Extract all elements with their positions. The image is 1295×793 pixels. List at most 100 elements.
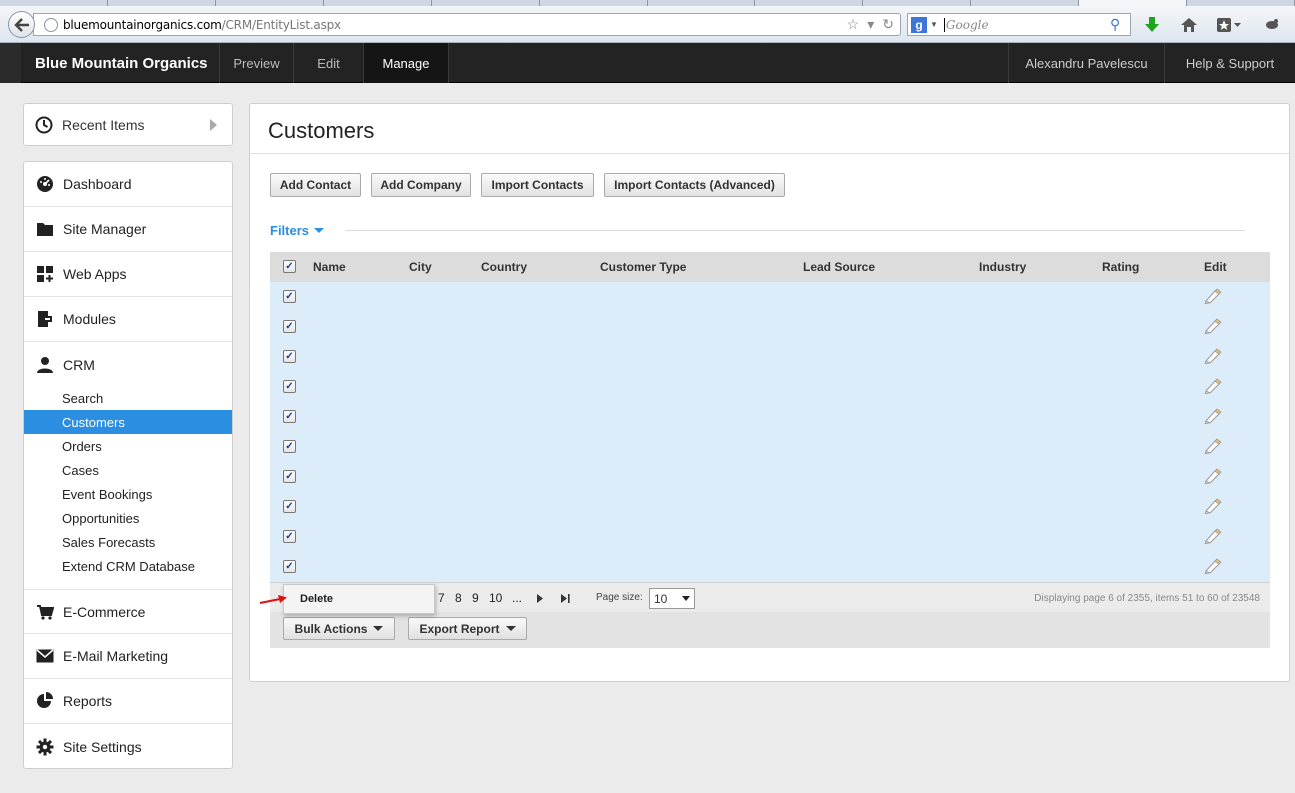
crm-sub-orders[interactable]: Orders	[24, 434, 232, 458]
paging-info: Displaying page 6 of 2355, items 51 to 6…	[1034, 593, 1260, 604]
caret-down-icon	[373, 626, 384, 631]
row-checkbox[interactable]: ✓	[283, 560, 296, 573]
sidebar-item-dashboard[interactable]: Dashboard	[24, 162, 232, 207]
crm-sub-customers[interactable]: Customers	[24, 410, 232, 434]
col-header-country[interactable]: Country	[481, 260, 527, 274]
clock-icon	[35, 116, 53, 134]
col-header-lead-source[interactable]: Lead Source	[803, 260, 875, 274]
row-checkbox[interactable]: ✓	[283, 530, 296, 543]
extension-icon[interactable]	[1264, 17, 1280, 31]
table-row[interactable]: ✓	[270, 522, 1270, 552]
edit-icon[interactable]	[1204, 318, 1222, 334]
sidebar-item-site-settings[interactable]: Site Settings	[24, 724, 232, 769]
nav-preview[interactable]: Preview	[220, 43, 294, 83]
edit-icon[interactable]	[1204, 528, 1222, 544]
add-contact-button[interactable]: Add Contact	[270, 173, 361, 197]
sidebar-item-e-mail-marketing[interactable]: E-Mail Marketing	[24, 634, 232, 679]
page-link[interactable]: 7	[438, 591, 445, 605]
bulk-actions-button[interactable]: Bulk Actions	[283, 617, 395, 640]
col-header-city[interactable]: City	[409, 260, 432, 274]
crm-sub-event-bookings[interactable]: Event Bookings	[24, 482, 232, 506]
col-header-customer-type[interactable]: Customer Type	[600, 260, 686, 274]
pie-chart-icon	[36, 692, 54, 710]
crm-sub-cases[interactable]: Cases	[24, 458, 232, 482]
globe-icon	[44, 17, 58, 32]
page-link[interactable]: 10	[489, 591, 502, 605]
sidebar-item-reports[interactable]: Reports	[24, 679, 232, 724]
edit-icon[interactable]	[1204, 438, 1222, 454]
col-header-name[interactable]: Name	[313, 260, 346, 274]
edit-icon[interactable]	[1204, 348, 1222, 364]
address-bar[interactable]: bluemountainorganics.com/CRM/EntityList.…	[33, 13, 901, 36]
sidebar-item-e-commerce[interactable]: E-Commerce	[24, 589, 232, 634]
crm-sub-sales-forecasts[interactable]: Sales Forecasts	[24, 530, 232, 554]
caret-down-icon	[314, 228, 325, 233]
edit-icon[interactable]	[1204, 468, 1222, 484]
edit-icon[interactable]	[1204, 378, 1222, 394]
page-size-select[interactable]: 10	[649, 588, 695, 609]
brand-name[interactable]: Blue Mountain Organics	[21, 43, 220, 83]
reload-icon[interactable]: ↻	[882, 16, 894, 33]
row-checkbox[interactable]: ✓	[283, 380, 296, 393]
import-contacts-button[interactable]: Import Contacts	[481, 173, 594, 197]
back-button[interactable]	[8, 11, 35, 38]
edit-icon[interactable]	[1204, 288, 1222, 304]
last-page-icon[interactable]	[561, 594, 570, 603]
delete-menu-item[interactable]: Delete	[300, 593, 333, 605]
row-checkbox[interactable]: ✓	[283, 440, 296, 453]
nav-manage[interactable]: Manage	[364, 43, 449, 83]
sidebar-item-web-apps[interactable]: Web Apps	[24, 252, 232, 297]
filters-toggle[interactable]: Filters	[270, 223, 325, 238]
actions-bar: Bulk Actions Export Report	[270, 612, 1270, 648]
divider	[250, 153, 1289, 154]
chevron-down-icon[interactable]: ▼	[930, 20, 938, 29]
crm-sub-opportunities[interactable]: Opportunities	[24, 506, 232, 530]
dropdown-icon[interactable]: ▾	[867, 16, 874, 33]
table-row[interactable]: ✓	[270, 462, 1270, 492]
crm-sub-search[interactable]: Search	[24, 386, 232, 410]
table-row[interactable]: ✓	[270, 342, 1270, 372]
sidebar-item-crm[interactable]: CRM	[24, 342, 232, 387]
bookmark-star-icon[interactable]: ☆	[847, 16, 860, 33]
row-checkbox[interactable]: ✓	[283, 500, 296, 513]
edit-icon[interactable]	[1204, 498, 1222, 514]
sidebar-item-site-manager[interactable]: Site Manager	[24, 207, 232, 252]
nav-edit[interactable]: Edit	[294, 43, 364, 83]
export-report-button[interactable]: Export Report	[408, 617, 527, 640]
table-row[interactable]: ✓	[270, 492, 1270, 522]
help-support-link[interactable]: Help & Support	[1164, 43, 1295, 83]
edit-icon[interactable]	[1204, 408, 1222, 424]
table-row[interactable]: ✓	[270, 282, 1270, 312]
bookmarks-menu-icon[interactable]	[1216, 17, 1242, 33]
add-company-button[interactable]: Add Company	[371, 173, 471, 197]
sidebar-item-modules[interactable]: Modules	[24, 297, 232, 342]
table-row[interactable]: ✓	[270, 402, 1270, 432]
google-icon[interactable]: g	[911, 16, 927, 33]
page-ellipsis[interactable]: ...	[512, 591, 522, 605]
search-bar[interactable]: g ▼ Google ⚲	[907, 13, 1131, 36]
page-link[interactable]: 9	[472, 591, 479, 605]
row-checkbox[interactable]: ✓	[283, 320, 296, 333]
crm-sub-extend-crm-database[interactable]: Extend CRM Database	[24, 554, 232, 578]
page-link[interactable]: 8	[455, 591, 462, 605]
search-icon[interactable]: ⚲	[1110, 16, 1130, 33]
download-icon[interactable]	[1145, 17, 1159, 33]
row-checkbox[interactable]: ✓	[283, 350, 296, 363]
col-header-industry[interactable]: Industry	[979, 260, 1026, 274]
import-contacts-advanced-button[interactable]: Import Contacts (Advanced)	[604, 173, 785, 197]
col-header-rating[interactable]: Rating	[1102, 260, 1139, 274]
row-checkbox[interactable]: ✓	[283, 290, 296, 303]
user-menu[interactable]: Alexandru Pavelescu	[1008, 43, 1164, 83]
next-page-icon[interactable]	[536, 594, 544, 603]
table-row[interactable]: ✓	[270, 432, 1270, 462]
row-checkbox[interactable]: ✓	[283, 410, 296, 423]
home-icon[interactable]	[1180, 17, 1198, 33]
row-checkbox[interactable]: ✓	[283, 470, 296, 483]
table-row[interactable]: ✓	[270, 372, 1270, 402]
recent-items[interactable]: Recent Items	[23, 103, 233, 146]
table-row[interactable]: ✓	[270, 552, 1270, 582]
divider	[345, 230, 1245, 231]
edit-icon[interactable]	[1204, 558, 1222, 574]
select-all-checkbox[interactable]: ✓	[283, 260, 296, 273]
table-row[interactable]: ✓	[270, 312, 1270, 342]
